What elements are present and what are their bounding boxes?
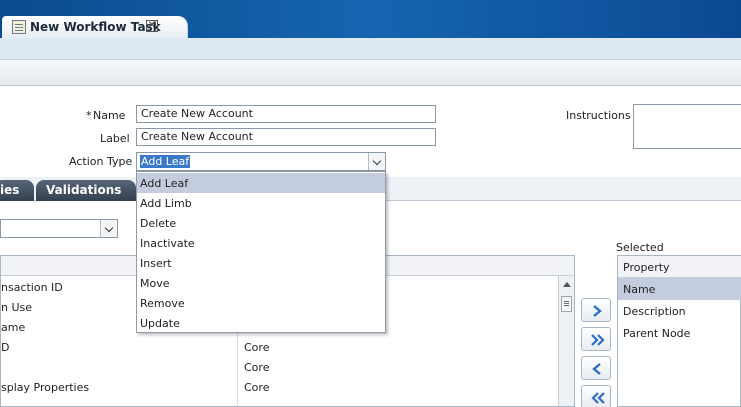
action-type-selected-value: Add Leaf: [140, 155, 191, 168]
list-item[interactable]: Name: [618, 278, 741, 300]
dropdown-option-insert[interactable]: Insert: [137, 253, 385, 273]
row-name: splay Properties: [1, 381, 90, 394]
task-icon: [12, 20, 26, 34]
selected-list-header: Property: [618, 256, 741, 278]
table-row[interactable]: D Core: [1, 338, 558, 358]
dropdown-option-add-leaf[interactable]: Add Leaf: [137, 173, 385, 193]
dropdown-option-add-limb[interactable]: Add Limb: [137, 193, 385, 213]
filter-select[interactable]: [0, 219, 118, 238]
label-label: Label: [100, 132, 130, 145]
dropdown-option-move[interactable]: Move: [137, 273, 385, 293]
tab-new-workflow-task[interactable]: New Workflow Task ✕: [2, 16, 188, 38]
tab-label: New Workflow Task: [30, 20, 161, 34]
table-row[interactable]: splay Properties Core: [1, 378, 558, 398]
selected-label: Selected: [616, 241, 664, 254]
toolbar: [0, 60, 741, 86]
row-name: n Use: [1, 301, 33, 314]
row-name: D: [1, 341, 10, 354]
action-type-dropdown-list: Add Leaf Add Limb Delete Inactivate Inse…: [136, 171, 386, 333]
row-name: ame: [1, 321, 26, 334]
tab-validations[interactable]: Validations: [36, 180, 136, 201]
move-right-button[interactable]: [581, 298, 611, 322]
move-all-right-button[interactable]: [581, 327, 611, 351]
chevron-down-icon[interactable]: [100, 220, 117, 237]
selected-properties-list: Property Name Description Parent Node: [617, 255, 741, 407]
instructions-label: Instructions: [566, 109, 631, 122]
scroll-thumb[interactable]: [561, 296, 572, 312]
row-type: Core: [244, 381, 270, 394]
content-band: [0, 38, 741, 60]
scroll-up-icon[interactable]: [563, 282, 571, 287]
tab-properties[interactable]: ies: [0, 180, 34, 201]
move-all-left-button[interactable]: [581, 385, 611, 407]
name-field[interactable]: Create New Account: [136, 105, 436, 123]
chevron-left-icon: [592, 363, 601, 375]
list-item[interactable]: Description: [618, 300, 741, 322]
close-icon[interactable]: ✕: [146, 20, 158, 32]
row-name: nsaction ID: [1, 281, 63, 294]
name-required-marker: *: [86, 109, 92, 122]
double-chevron-right-icon: [591, 334, 605, 346]
action-type-select[interactable]: Add Leaf: [136, 152, 386, 171]
list-item[interactable]: Parent Node: [618, 322, 741, 344]
move-left-button[interactable]: [581, 356, 611, 380]
dropdown-option-inactivate[interactable]: Inactivate: [137, 233, 385, 253]
chevron-down-icon[interactable]: [368, 153, 385, 170]
dropdown-option-update[interactable]: Update: [137, 313, 385, 333]
dropdown-option-delete[interactable]: Delete: [137, 213, 385, 233]
action-type-label: Action Type: [69, 155, 133, 168]
dropdown-option-remove[interactable]: Remove: [137, 293, 385, 313]
vertical-scrollbar[interactable]: [558, 276, 574, 406]
instructions-field[interactable]: [633, 104, 741, 149]
label-field[interactable]: Create New Account: [136, 128, 436, 146]
row-type: Core: [244, 341, 270, 354]
double-chevron-left-icon: [591, 392, 605, 404]
chevron-right-icon: [593, 305, 602, 317]
row-type: Core: [244, 361, 270, 374]
table-row[interactable]: Core: [1, 358, 558, 378]
name-label: Name: [93, 109, 126, 122]
